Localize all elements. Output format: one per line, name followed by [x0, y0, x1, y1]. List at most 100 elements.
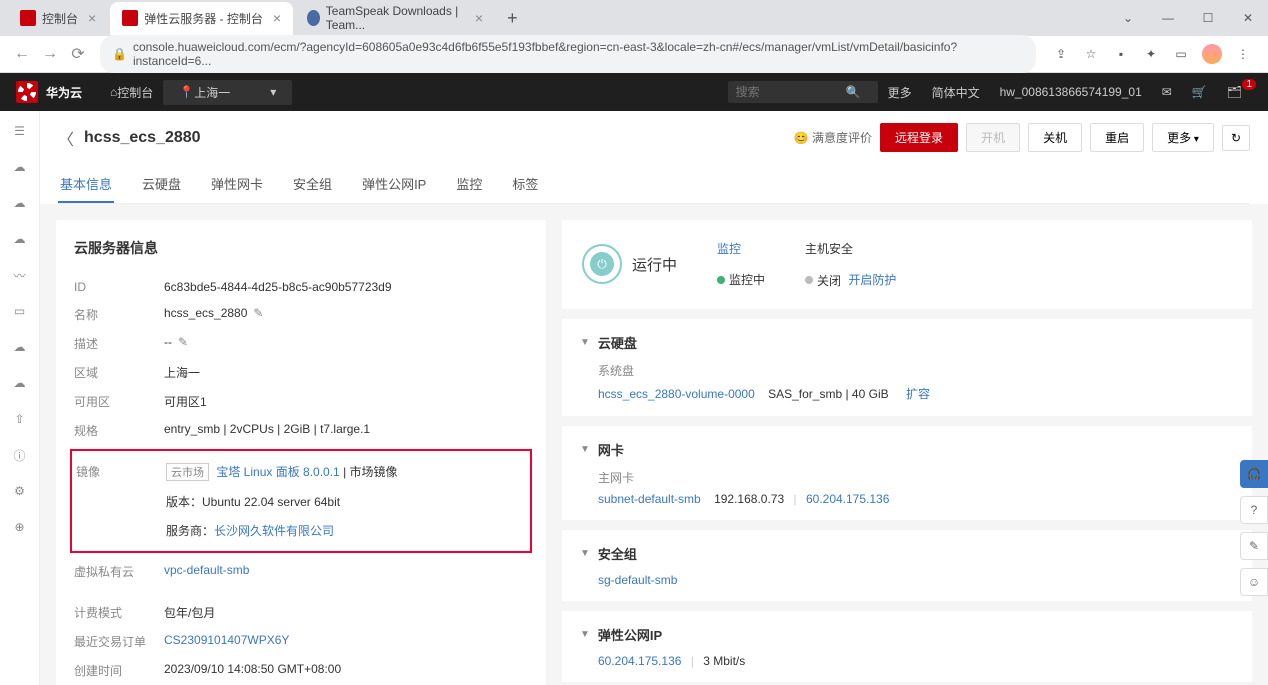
sg-section: ▼安全组 sg-default-smb — [562, 530, 1252, 601]
more-button[interactable]: 更多 — [1152, 123, 1214, 152]
order-label: 最近交易订单 — [74, 633, 164, 650]
user-menu[interactable]: hw_008613866574199_01 — [990, 85, 1152, 99]
restart-button[interactable]: 重启 — [1090, 123, 1144, 152]
console-link[interactable]: ⌂ 控制台 — [100, 84, 163, 101]
expand-link[interactable]: 扩容 — [906, 387, 930, 401]
cloud5-icon[interactable]: ☁ — [10, 373, 30, 393]
open-protect-link[interactable]: 开启防护 — [848, 273, 896, 287]
more-link[interactable]: 更多 — [878, 84, 922, 101]
ip-icon[interactable]: ⓘ — [10, 445, 30, 465]
section-toggle[interactable]: ▼安全组 — [580, 544, 1234, 563]
close-icon[interactable]: × — [88, 10, 96, 26]
subnet-link[interactable]: subnet-default-smb — [598, 492, 701, 506]
location-icon: 📍 — [179, 85, 194, 99]
section-toggle[interactable]: ▼弹性公网IP — [580, 625, 1234, 644]
new-tab-button[interactable]: + — [497, 4, 528, 33]
region-selector[interactable]: 📍 上海一 ▾ — [163, 80, 292, 105]
cloud3-icon[interactable]: ☁ — [10, 229, 30, 249]
desc-label: 描述 — [74, 335, 164, 352]
kebab-icon[interactable]: ⋮ — [1234, 45, 1252, 63]
browser-tab[interactable]: 控制台 × — [8, 2, 108, 35]
tab-monitor[interactable]: 监控 — [454, 166, 484, 203]
puzzle-icon[interactable]: ✦ — [1142, 45, 1160, 63]
host-sec-status: 关闭 — [805, 272, 841, 289]
vpc-link[interactable]: vpc-default-smb — [164, 563, 249, 577]
disk-link[interactable]: hcss_ecs_2880-volume-0000 — [598, 387, 755, 401]
globe-icon[interactable]: ⊕ — [10, 517, 30, 537]
image-vendor: 服务商：长沙网久软件有限公司 — [166, 522, 526, 539]
tab-sg[interactable]: 安全组 — [291, 166, 334, 203]
back-button[interactable]: 〈 — [58, 126, 74, 150]
share-icon[interactable]: ⇪ — [1052, 45, 1070, 63]
edit-icon[interactable]: ✎ — [178, 335, 188, 349]
notification-icon[interactable]: 🗂 — [1217, 85, 1252, 99]
rating-link[interactable]: 😊 满意度评价 — [794, 129, 872, 146]
device-icon[interactable]: ▭ — [10, 301, 30, 321]
profile-avatar-icon[interactable] — [1202, 44, 1222, 64]
window-dropdown-icon[interactable]: ⌄ — [1108, 3, 1148, 33]
cloud-icon[interactable]: ☁ — [10, 157, 30, 177]
window-maximize-icon[interactable]: ☐ — [1188, 3, 1228, 33]
browser-tab[interactable]: TeamSpeak Downloads | Team... × — [295, 0, 495, 40]
feedback-icon[interactable]: ✎ — [1240, 532, 1268, 560]
tab-basic-info[interactable]: 基本信息 — [58, 166, 114, 203]
start-button[interactable]: 开机 — [966, 123, 1020, 152]
activity-icon[interactable]: 〰 — [10, 265, 30, 285]
url-text: console.huaweicloud.com/ecm/?agencyId=60… — [133, 40, 1024, 68]
sub-tabs: 基本信息 云硬盘 弹性网卡 安全组 弹性公网IP 监控 标签 — [58, 166, 1250, 204]
edit-icon[interactable]: ✎ — [253, 306, 263, 320]
address-bar[interactable]: 🔒 console.huaweicloud.com/ecm/?agencyId=… — [100, 35, 1036, 73]
chevron-down-icon: ▾ — [270, 85, 276, 99]
top-search[interactable]: 🔍 — [728, 81, 878, 103]
public-ip-link[interactable]: 60.204.175.136 — [806, 492, 889, 506]
headset-icon[interactable]: 🎧 — [1240, 460, 1268, 488]
nav-back-icon[interactable]: ← — [8, 45, 36, 63]
gray-dot-icon — [805, 276, 813, 284]
eip-link[interactable]: 60.204.175.136 — [598, 654, 681, 668]
search-icon[interactable]: 🔍 — [846, 85, 861, 99]
search-input[interactable] — [736, 85, 846, 99]
private-ip: 192.168.0.73 — [714, 492, 784, 506]
tab-disk[interactable]: 云硬盘 — [140, 166, 183, 203]
sg-link[interactable]: sg-default-smb — [598, 573, 677, 587]
panel-icon[interactable]: ▭ — [1172, 45, 1190, 63]
star-icon[interactable]: ☆ — [1082, 45, 1100, 63]
close-icon[interactable]: × — [273, 10, 281, 26]
close-icon[interactable]: × — [475, 10, 483, 26]
monitor-link[interactable]: 监控 — [717, 242, 741, 256]
browser-tab-active[interactable]: 弹性云服务器 - 控制台 × — [110, 2, 293, 35]
image-label: 镜像 — [76, 463, 166, 481]
power-icon: ⏻ — [590, 252, 614, 276]
tab-eip[interactable]: 弹性公网IP — [360, 166, 428, 203]
window-minimize-icon[interactable]: — — [1148, 3, 1188, 33]
tab-nic[interactable]: 弹性网卡 — [209, 166, 265, 203]
cloud2-icon[interactable]: ☁ — [10, 193, 30, 213]
stop-button[interactable]: 关机 — [1028, 123, 1082, 152]
mail-icon[interactable]: ✉ — [1152, 85, 1182, 99]
smile-icon[interactable]: ☺ — [1240, 568, 1268, 596]
cart-icon[interactable]: 🛒 — [1182, 85, 1217, 99]
node-icon[interactable]: ⚙ — [10, 481, 30, 501]
help-icon[interactable]: ? — [1240, 496, 1268, 524]
section-toggle[interactable]: ▼网卡 — [580, 440, 1234, 459]
image-link[interactable]: 宝塔 Linux 面板 8.0.0.1 — [216, 465, 339, 479]
menu-icon[interactable]: ☰ — [10, 121, 30, 141]
cloud4-icon[interactable]: ☁ — [10, 337, 30, 357]
refresh-button[interactable]: ↻ — [1222, 125, 1250, 151]
order-link[interactable]: CS2309101407WPX6Y — [164, 633, 289, 647]
remote-login-button[interactable]: 远程登录 — [880, 123, 958, 152]
vendor-link[interactable]: 长沙网久软件有限公司 — [214, 524, 334, 538]
tab-title: TeamSpeak Downloads | Team... — [326, 4, 465, 32]
tab-tags[interactable]: 标签 — [510, 166, 540, 203]
upload-icon[interactable]: ⇧ — [10, 409, 30, 429]
nav-forward-icon[interactable]: → — [36, 45, 64, 63]
id-value: 6c83bde5-4844-4d25-b8c5-ac90b57723d9 — [164, 280, 528, 294]
section-toggle[interactable]: ▼云硬盘 — [580, 333, 1234, 352]
disk-section: ▼云硬盘 系统盘 hcss_ecs_2880-volume-0000 SAS_f… — [562, 319, 1252, 416]
lang-selector[interactable]: 简体中文 — [922, 84, 990, 101]
brand-logo[interactable]: 华为云 — [16, 81, 82, 103]
extension-icon[interactable]: ▪ — [1112, 45, 1130, 63]
window-close-icon[interactable]: ✕ — [1228, 3, 1268, 33]
disk-spec: SAS_for_smb | 40 GiB — [768, 387, 889, 401]
nav-reload-icon[interactable]: ⟳ — [64, 44, 92, 64]
